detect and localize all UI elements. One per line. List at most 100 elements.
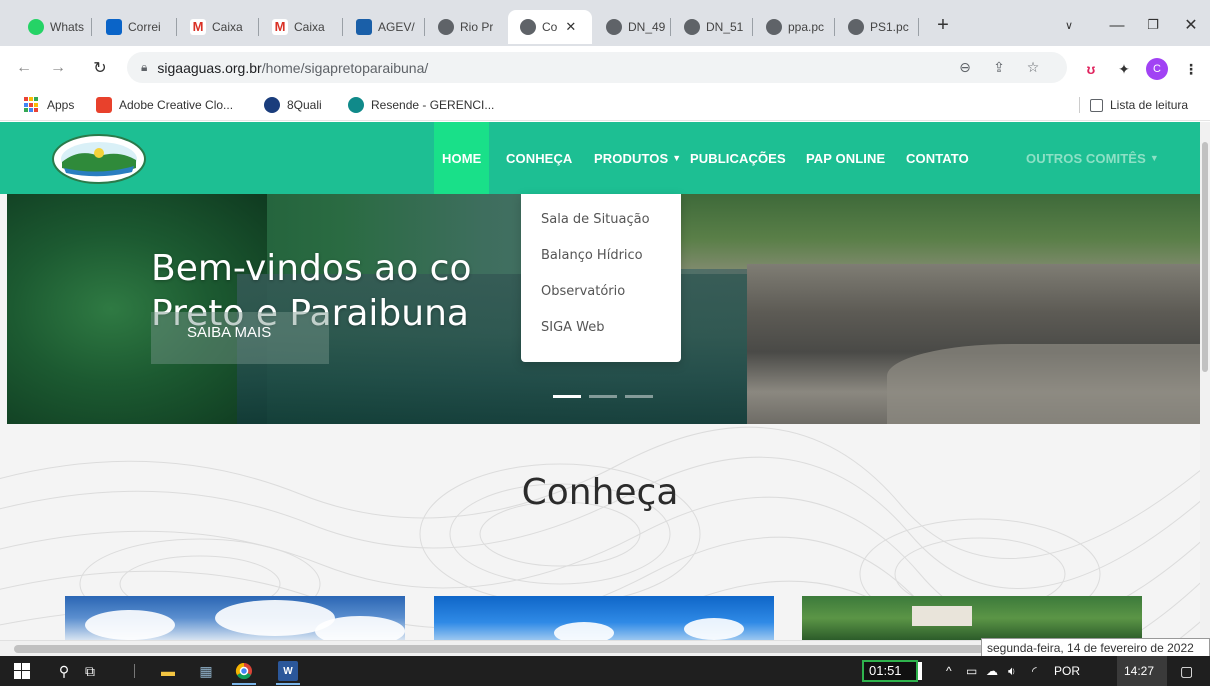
lock-icon: 🔒︎ [141, 60, 148, 74]
battery-icon[interactable]: ▭ [966, 656, 977, 686]
nav-publicacoes[interactable]: PUBLICAÇÕES [690, 122, 786, 194]
reading-list-button[interactable]: Lista de leitura [1090, 95, 1188, 115]
pocket-extension-icon[interactable]: ʊ [1080, 58, 1102, 80]
nav-produtos[interactable]: PRODUTOS ▼ [594, 122, 681, 194]
menu-item-observatorio[interactable]: Observatório [521, 282, 681, 318]
tab-gmail-2[interactable]: M Caixa [260, 10, 342, 44]
gmail-icon: M [190, 19, 206, 35]
restore-icon[interactable]: ❐ [1138, 12, 1168, 38]
tab-title: Correi [128, 20, 161, 34]
tab-active-comite[interactable]: Co ✕ [508, 10, 592, 44]
back-arrow-icon[interactable]: ← [12, 56, 36, 80]
forward-arrow-icon[interactable]: → [46, 56, 70, 80]
tab-gmail-1[interactable]: M Caixa [178, 10, 258, 44]
card-image-1[interactable] [65, 596, 405, 640]
section-title: Conheça [521, 472, 679, 513]
calculator-icon[interactable]: ▦ [196, 661, 216, 681]
windows-taskbar: ⚲ ⧉ ▬ ▦ W 01:51 ^ ▭ ☁ 🔉︎ ◜ POR 14:27 ▢ [0, 656, 1210, 686]
word-icon[interactable]: W [278, 661, 298, 681]
tab-outlook[interactable]: Correi [94, 10, 176, 44]
scrollbar-thumb[interactable] [1202, 142, 1208, 372]
profile-avatar[interactable]: C [1146, 58, 1168, 80]
globe-icon [848, 19, 864, 35]
menu-kebab-icon[interactable]: ⋮ [1180, 58, 1202, 80]
vertical-scrollbar[interactable] [1200, 122, 1210, 640]
bookmark-8quali[interactable]: 8Quali [264, 95, 322, 115]
tab-separator [752, 18, 753, 36]
wifi-icon[interactable]: ◜ [1032, 656, 1037, 686]
conheca-section: Conheça [0, 424, 1200, 640]
timer-cursor [918, 662, 922, 680]
nav-home[interactable]: HOME [434, 122, 490, 194]
nav-contato[interactable]: CONTATO [906, 122, 969, 194]
notifications-icon[interactable]: ▢ [1180, 656, 1193, 686]
tray-chevron-icon[interactable]: ^ [946, 656, 952, 686]
word-active-indicator [276, 683, 300, 685]
house-image [912, 606, 972, 626]
tab-title: Whats [50, 20, 85, 34]
tab-dn49[interactable]: DN_49 [594, 10, 670, 44]
system-clock[interactable]: 14:27 [1124, 656, 1154, 686]
tab-title: Co [542, 20, 558, 34]
globe-icon [684, 19, 700, 35]
bookmark-resende[interactable]: Resende - GERENCI... [348, 95, 494, 115]
new-tab-button[interactable]: + [928, 12, 958, 38]
tab-whatsapp[interactable]: Whats [16, 10, 92, 44]
bookmark-label: Resende - GERENCI... [371, 98, 495, 112]
file-explorer-icon[interactable]: ▬ [158, 661, 178, 681]
close-tab-icon[interactable]: ✕ [565, 19, 576, 35]
slider-dot-active[interactable] [553, 395, 581, 398]
menu-item-siga-web[interactable]: SIGA Web [521, 318, 681, 354]
8quali-icon [264, 97, 280, 113]
card-image-3[interactable] [802, 596, 1142, 640]
globe-icon [520, 19, 536, 35]
tab-ps1[interactable]: PS1.pc [836, 10, 918, 44]
hero-image-forest [667, 194, 1200, 269]
windows-start-icon[interactable] [12, 661, 32, 681]
caret-down-icon: ▼ [1149, 153, 1159, 163]
chrome-icon[interactable] [234, 661, 254, 681]
tab-title: ppa.pc [788, 20, 825, 34]
browser-tab-strip: Whats Correi M Caixa M Caixa AGEV/ Rio P… [0, 0, 1210, 46]
address-bar[interactable]: 🔒︎ sigaaguas.org.br/home/sigapretoparaib… [127, 52, 1067, 83]
slider-dot[interactable] [625, 395, 653, 398]
saiba-mais-button[interactable]: SAIBA MAIS [151, 312, 329, 364]
task-view-icon[interactable]: ⧉ [80, 661, 100, 681]
share-icon[interactable]: ⇪ [987, 52, 1011, 83]
tab-agevap[interactable]: AGEV/ [344, 10, 424, 44]
tab-search-chevron-icon[interactable]: ∨ [1054, 12, 1084, 38]
card-image-2[interactable] [434, 596, 774, 640]
tab-separator [258, 18, 259, 36]
close-window-icon[interactable]: ✕ [1176, 12, 1206, 38]
cloud [554, 622, 614, 640]
tab-separator [670, 18, 671, 36]
tab-title: Caixa [294, 20, 325, 34]
nav-pap-online[interactable]: PAP ONLINE [806, 122, 885, 194]
language-indicator[interactable]: POR [1054, 656, 1080, 686]
nav-outros-comites[interactable]: OUTROS COMITÊS ▼ [1026, 122, 1159, 194]
nav-outros-label: OUTROS COMITÊS [1026, 150, 1146, 166]
timer-widget[interactable]: 01:51 [862, 660, 918, 682]
reload-icon[interactable]: ↻ [88, 56, 112, 80]
menu-item-sala-de-situacao[interactable]: Sala de Situação [521, 210, 681, 246]
bookmark-apps[interactable]: Apps [24, 95, 74, 115]
menu-item-balanco-hidrico[interactable]: Balanço Hídrico [521, 246, 681, 282]
bookmark-star-icon[interactable]: ☆ [1021, 52, 1045, 83]
bookmark-adobe[interactable]: Adobe Creative Clo... [96, 95, 233, 115]
volume-icon[interactable]: 🔉︎ [1008, 656, 1016, 686]
tab-ppa[interactable]: ppa.pc [754, 10, 834, 44]
tab-dn51[interactable]: DN_51 [672, 10, 752, 44]
tab-rio-preto[interactable]: Rio Pr [426, 10, 506, 44]
onedrive-cloud-icon[interactable]: ☁ [986, 656, 998, 686]
sharepoint-icon [348, 97, 364, 113]
globe-icon [606, 19, 622, 35]
minimize-icon[interactable]: — [1102, 12, 1132, 38]
search-icon[interactable]: ⚲ [54, 661, 74, 681]
comite-logo[interactable] [44, 128, 154, 190]
zoom-icon[interactable]: ⊖ [953, 52, 977, 83]
slider-dot[interactable] [589, 395, 617, 398]
extensions-puzzle-icon[interactable]: ✦ [1113, 58, 1135, 80]
url-path: /home/sigapretoparaibuna/ [261, 59, 429, 76]
nav-conheca[interactable]: CONHEÇA [506, 122, 572, 194]
web-viewport: HOME CONHEÇA PRODUTOS ▼ PUBLICAÇÕES PAP O… [0, 122, 1210, 640]
